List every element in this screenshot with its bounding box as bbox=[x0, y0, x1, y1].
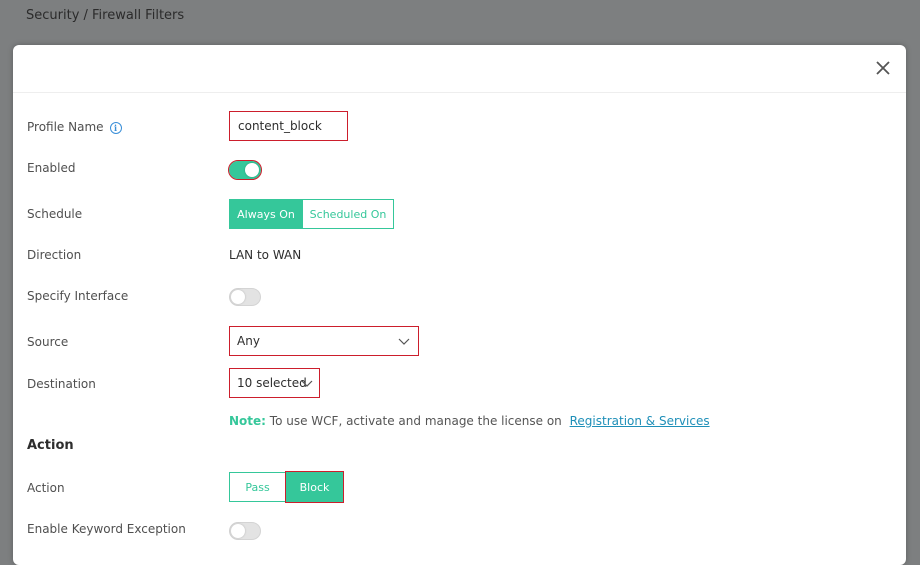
source-select[interactable]: Any bbox=[229, 326, 419, 356]
schedule-always-on-option[interactable]: Always On bbox=[229, 199, 303, 229]
chevron-down-icon bbox=[398, 338, 410, 345]
schedule-segmented-control: Always On Scheduled On bbox=[229, 199, 394, 229]
toggle-knob bbox=[245, 163, 259, 177]
close-icon bbox=[876, 61, 890, 75]
toggle-knob bbox=[231, 290, 245, 304]
destination-label: Destination bbox=[27, 377, 96, 391]
profile-name-input[interactable] bbox=[229, 111, 348, 141]
action-section-title: Action bbox=[27, 438, 74, 453]
action-block-option[interactable]: Block bbox=[285, 471, 344, 503]
enabled-toggle[interactable] bbox=[228, 160, 262, 180]
keyword-exception-toggle[interactable] bbox=[229, 522, 261, 540]
source-label: Source bbox=[27, 335, 69, 349]
direction-label: Direction bbox=[27, 248, 82, 262]
breadcrumb: Security / Firewall Filters bbox=[26, 8, 185, 23]
registration-services-link[interactable]: Registration & Services bbox=[570, 414, 710, 428]
note-text: To use WCF, activate and manage the lice… bbox=[269, 414, 562, 428]
specify-interface-toggle[interactable] bbox=[229, 288, 261, 306]
profile-name-label-text: Profile Name bbox=[27, 120, 104, 134]
destination-selected-value: 10 selected bbox=[237, 376, 307, 390]
schedule-scheduled-on-option[interactable]: Scheduled On bbox=[303, 199, 394, 229]
specify-interface-label: Specify Interface bbox=[27, 289, 129, 303]
info-icon[interactable]: i bbox=[109, 121, 122, 134]
chevron-down-icon bbox=[301, 380, 313, 387]
note-label: Note: bbox=[229, 414, 266, 428]
enabled-label: Enabled bbox=[27, 161, 76, 175]
profile-name-label: Profile Name i bbox=[27, 120, 122, 134]
keyword-exception-label: Enable Keyword Exception bbox=[27, 522, 186, 536]
action-label: Action bbox=[27, 481, 65, 495]
close-button[interactable] bbox=[874, 59, 892, 77]
action-pass-option[interactable]: Pass bbox=[229, 472, 286, 502]
filter-profile-dialog: Profile Name i Enabled Schedule Always On… bbox=[13, 45, 906, 565]
source-selected-value: Any bbox=[237, 334, 260, 348]
toggle-knob bbox=[231, 524, 245, 538]
action-segmented-control: Pass Block bbox=[229, 471, 344, 503]
wcf-license-note: Note: To use WCF, activate and manage th… bbox=[229, 414, 710, 428]
schedule-label: Schedule bbox=[27, 207, 83, 221]
direction-value: LAN to WAN bbox=[229, 248, 302, 262]
destination-select[interactable]: 10 selected bbox=[229, 368, 320, 398]
dialog-header bbox=[13, 45, 906, 93]
